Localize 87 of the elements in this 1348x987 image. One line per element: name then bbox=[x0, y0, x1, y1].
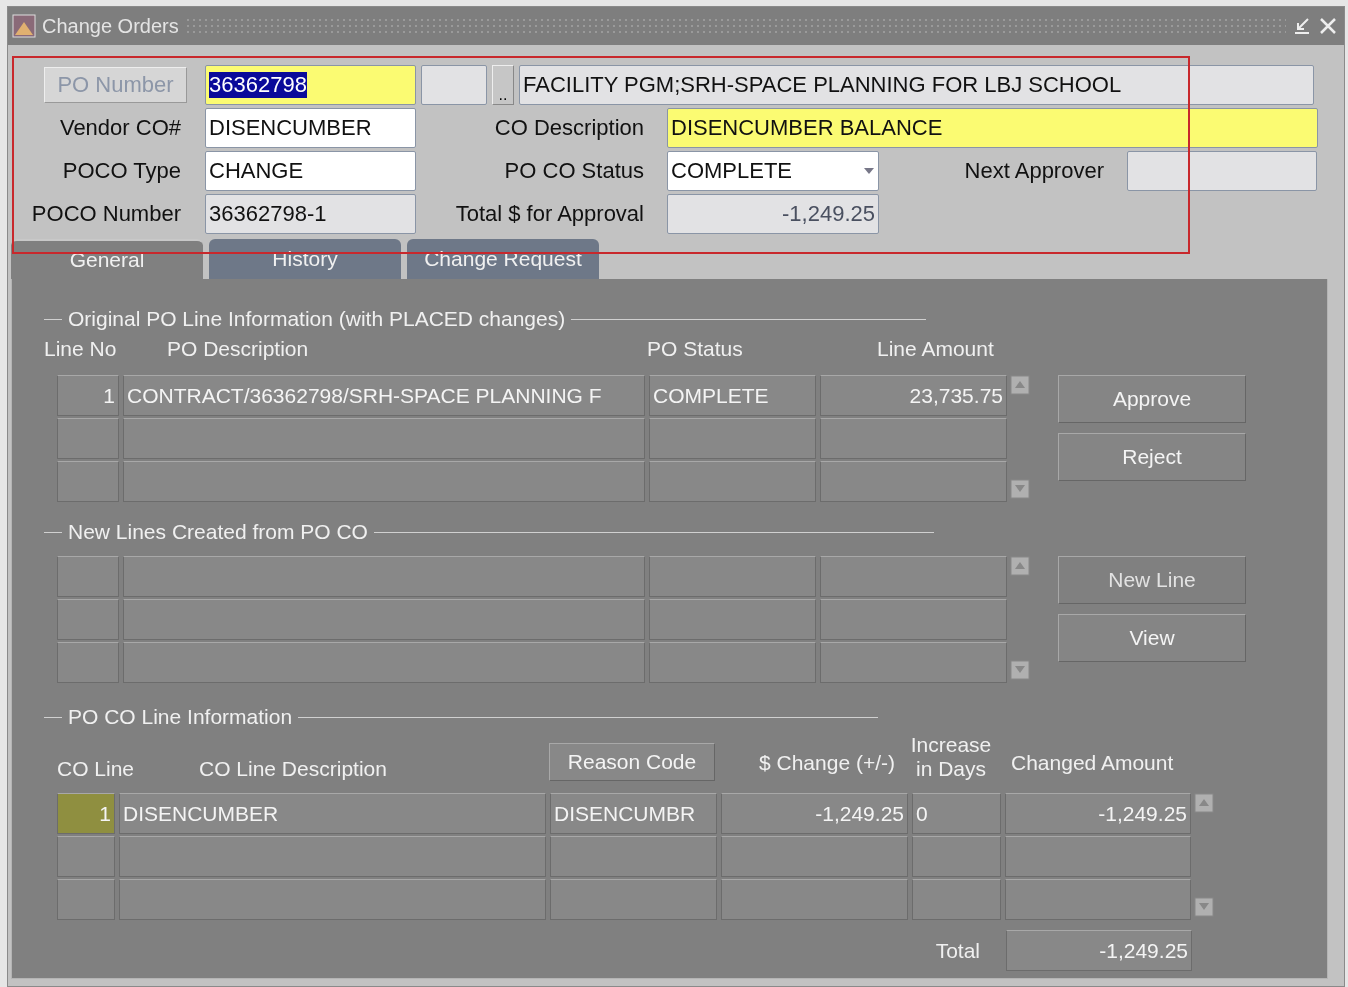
table-cell[interactable] bbox=[912, 836, 1001, 877]
po-number-button[interactable]: PO Number bbox=[44, 67, 187, 103]
table-cell[interactable] bbox=[820, 556, 1007, 597]
table-cell[interactable] bbox=[649, 461, 816, 502]
table-cell[interactable] bbox=[57, 836, 115, 877]
action-button[interactable]: Approve bbox=[1058, 375, 1246, 423]
field-label: CO Description bbox=[493, 115, 644, 141]
table-cell[interactable]: CONTRACT/36362798/SRH-SPACE PLANNING F bbox=[123, 375, 645, 416]
table-cell[interactable]: DISENCUMBR bbox=[550, 793, 717, 834]
column-header: $ Change (+/-) bbox=[759, 751, 896, 775]
column-header: CO Line bbox=[57, 757, 136, 781]
po-description-field[interactable]: FACILITY PGM;SRH-SPACE PLANNING FOR LBJ SCHOOL bbox=[519, 65, 1314, 105]
field-label: POCO Type bbox=[61, 158, 181, 184]
table-cell[interactable] bbox=[57, 879, 115, 920]
table-cell[interactable]: 0 bbox=[912, 793, 1001, 834]
column-header: CO Line Description bbox=[199, 757, 388, 781]
table-cell[interactable] bbox=[649, 642, 816, 683]
table-cell[interactable] bbox=[721, 836, 908, 877]
input-field[interactable] bbox=[421, 65, 487, 105]
po-number-field[interactable]: 36362798 bbox=[205, 65, 416, 105]
next-approver-field[interactable] bbox=[1127, 151, 1317, 191]
table-cell[interactable] bbox=[123, 556, 645, 597]
section-title: PO CO Line Information bbox=[68, 705, 293, 729]
field-label: Vendor CO# bbox=[58, 115, 181, 141]
minimize-icon[interactable] bbox=[1292, 16, 1312, 36]
table-cell[interactable]: 1 bbox=[57, 375, 119, 416]
poco-type-field[interactable]: CHANGE bbox=[205, 151, 416, 191]
total-approval-field[interactable]: -1,249.25 bbox=[667, 194, 879, 234]
tab[interactable]: General bbox=[11, 239, 203, 279]
table-cell[interactable] bbox=[550, 879, 717, 920]
table-cell[interactable] bbox=[57, 461, 119, 502]
table-cell[interactable] bbox=[57, 556, 119, 597]
field-label: POCO Number bbox=[30, 201, 181, 227]
co-description-field[interactable]: DISENCUMBER BALANCE bbox=[667, 108, 1318, 148]
column-header: PO Status bbox=[647, 337, 744, 361]
field-label: Total $ for Approval bbox=[454, 201, 644, 227]
column-header: Increase bbox=[910, 733, 992, 757]
column-header: Changed Amount bbox=[1011, 751, 1174, 775]
table-cell[interactable] bbox=[820, 642, 1007, 683]
table-cell[interactable] bbox=[820, 418, 1007, 459]
total-field[interactable]: -1,249.25 bbox=[1006, 930, 1192, 971]
table-cell[interactable] bbox=[649, 418, 816, 459]
table-cell[interactable] bbox=[123, 599, 645, 640]
field-label: Next Approver bbox=[963, 158, 1104, 184]
table-cell[interactable] bbox=[57, 642, 119, 683]
column-header: Line No bbox=[44, 337, 118, 361]
field-label: PO CO Status bbox=[503, 158, 644, 184]
table-cell[interactable]: -1,249.25 bbox=[721, 793, 908, 834]
poco-number-field[interactable]: 36362798-1 bbox=[205, 194, 416, 234]
table-cell[interactable]: DISENCUMBER bbox=[119, 793, 546, 834]
form-icon bbox=[12, 14, 36, 38]
close-icon[interactable] bbox=[1318, 16, 1338, 36]
window-title: Change Orders bbox=[42, 14, 179, 38]
table-cell[interactable] bbox=[57, 599, 119, 640]
column-header: in Days bbox=[916, 757, 986, 781]
table-cell[interactable]: COMPLETE bbox=[649, 375, 816, 416]
table-cell[interactable] bbox=[912, 879, 1001, 920]
table-cell[interactable] bbox=[649, 599, 816, 640]
table-cell[interactable]: 1 bbox=[57, 793, 115, 834]
table-cell[interactable] bbox=[123, 461, 645, 502]
table-cell[interactable] bbox=[119, 836, 546, 877]
table-cell[interactable] bbox=[119, 879, 546, 920]
column-header: PO Description bbox=[167, 337, 310, 361]
table-cell[interactable] bbox=[1005, 836, 1191, 877]
section-title: Original PO Line Information (with PLACED changes) bbox=[68, 307, 566, 331]
table-cell[interactable]: -1,249.25 bbox=[1005, 793, 1191, 834]
table-cell[interactable] bbox=[820, 461, 1007, 502]
section-title: New Lines Created from PO CO bbox=[68, 520, 368, 544]
table-cell[interactable] bbox=[820, 599, 1007, 640]
reason-code-button[interactable]: Reason Code bbox=[549, 743, 715, 781]
vendor-co-field[interactable]: DISENCUMBER bbox=[205, 108, 416, 148]
table-cell[interactable] bbox=[721, 879, 908, 920]
table-cell[interactable] bbox=[550, 836, 717, 877]
action-button[interactable]: View bbox=[1058, 614, 1246, 662]
caret-icon bbox=[863, 167, 875, 175]
table-cell[interactable] bbox=[1005, 879, 1191, 920]
table-cell[interactable] bbox=[123, 418, 645, 459]
status-dropdown[interactable]: COMPLETE bbox=[667, 151, 879, 191]
lookup-button[interactable]: .. bbox=[492, 65, 514, 105]
total-label: Total bbox=[935, 938, 980, 963]
table-cell[interactable] bbox=[57, 418, 119, 459]
table-cell[interactable] bbox=[123, 642, 645, 683]
column-header: Line Amount bbox=[877, 337, 994, 361]
table-cell[interactable] bbox=[649, 556, 816, 597]
action-button[interactable]: Reject bbox=[1058, 433, 1246, 481]
tab[interactable]: History bbox=[209, 239, 401, 279]
table-cell[interactable]: 23,735.75 bbox=[820, 375, 1007, 416]
